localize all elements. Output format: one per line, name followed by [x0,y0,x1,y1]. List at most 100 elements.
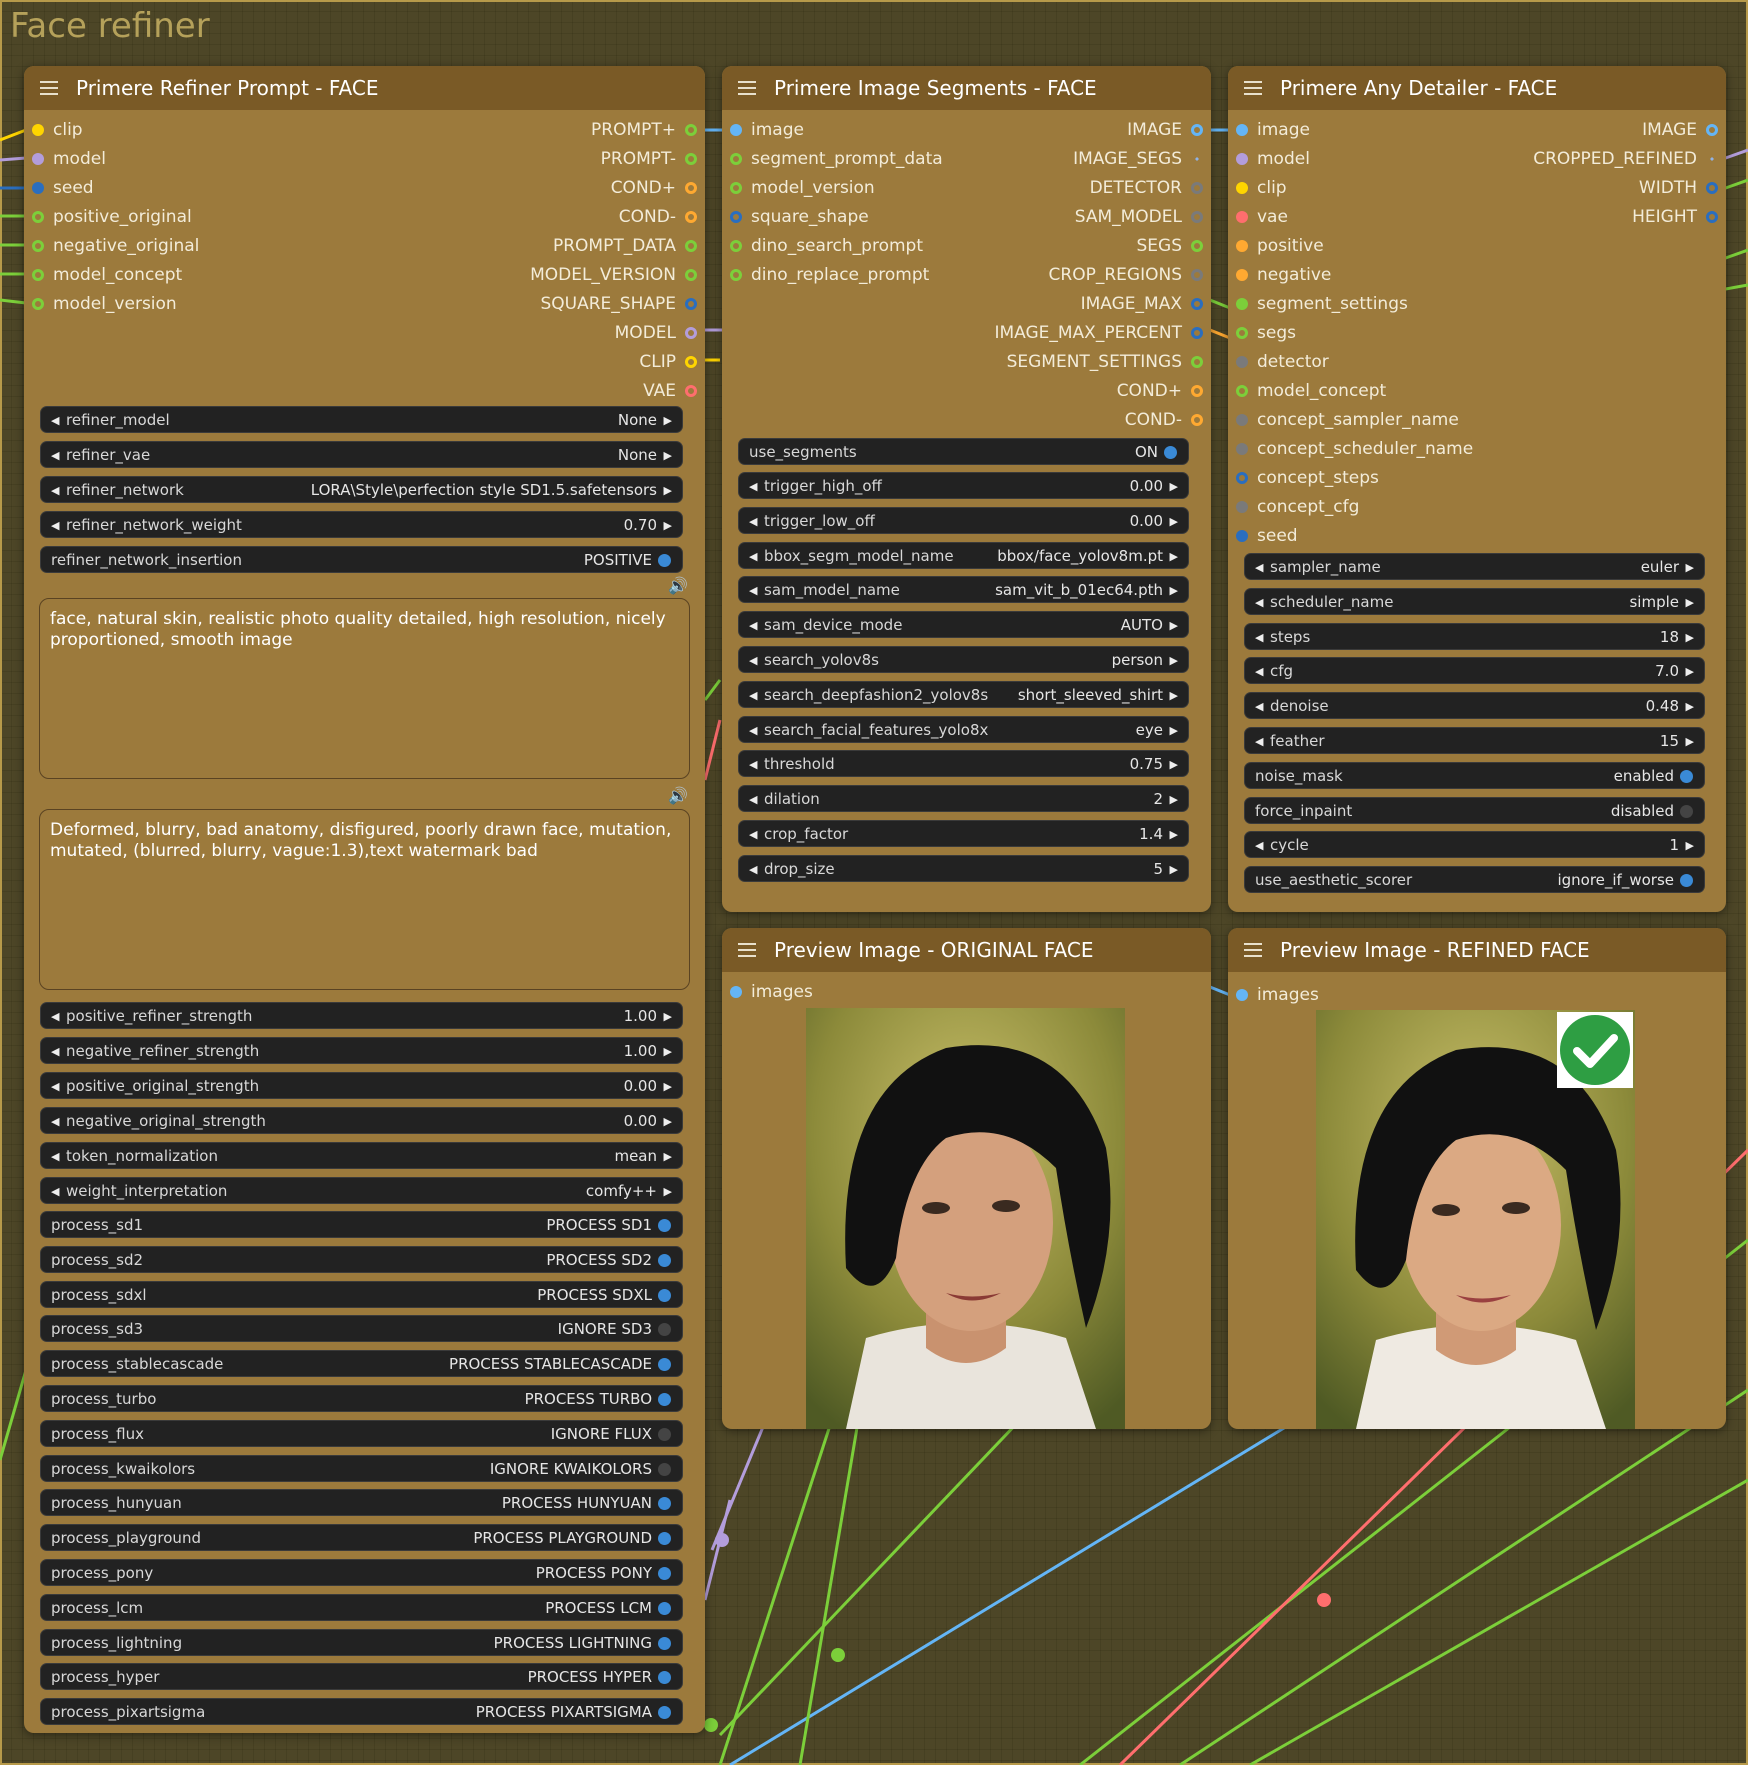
output-slot-crop-regions[interactable]: CROP_REGIONS [932,263,1211,287]
output-slot-image-segs[interactable]: IMAGE_SEGS [932,147,1211,171]
node-image-segments[interactable]: Primere Image Segments - FACE image segme… [722,66,1211,912]
input-slot-image[interactable]: image [722,118,804,142]
node-any-detailer[interactable]: Primere Any Detailer - FACE image model cl… [1228,66,1726,912]
widget-process-sd3[interactable]: process_sd3 IGNORE SD3 [40,1315,683,1343]
slot-dot[interactable] [685,240,697,252]
slot-dot[interactable] [32,124,44,136]
arrow-right-icon[interactable]: ▶ [664,1038,672,1065]
input-slot-negative[interactable]: negative [1228,263,1331,287]
widget-refiner-vae[interactable]: ◀ ▶ refiner_vae None [40,441,683,468]
arrow-left-icon[interactable]: ◀ [749,473,757,500]
arrow-right-icon[interactable]: ▶ [664,1003,672,1030]
arrow-right-icon[interactable]: ▶ [1170,508,1178,535]
slot-dot[interactable] [685,153,697,165]
arrow-right-icon[interactable]: ▶ [664,1108,672,1135]
toggle-indicator[interactable] [658,1427,671,1441]
arrow-left-icon[interactable]: ◀ [749,751,757,778]
toggle-indicator[interactable] [658,1462,671,1476]
widget-process-kwaikolors[interactable]: process_kwaikolors IGNORE KWAIKOLORS [40,1454,683,1482]
arrow-right-icon[interactable]: ▶ [1170,821,1178,848]
slot-dot[interactable] [1236,269,1248,281]
node-preview-refined[interactable]: Preview Image - REFINED FACE images [1228,928,1726,1429]
output-slot-cond-[interactable]: COND+ [376,176,705,200]
widget-positive-original-strength[interactable]: ◀ ▶ positive_original_strength 0.00 [40,1072,683,1099]
widget-refiner-network-weight[interactable]: ◀ ▶ refiner_network_weight 0.70 [40,511,683,538]
slot-dot[interactable] [1191,182,1203,194]
widget-use-aesthetic-scorer[interactable]: use_aesthetic_scorer ignore_if_worse [1244,866,1705,893]
toggle-indicator[interactable] [1680,804,1693,818]
menu-icon[interactable] [738,81,756,95]
slot-dot[interactable] [1191,124,1203,136]
output-slot-cond-[interactable]: COND- [376,205,705,229]
widget-process-lcm[interactable]: process_lcm PROCESS LCM [40,1593,683,1621]
widget-positive-refiner-strength[interactable]: ◀ ▶ positive_refiner_strength 1.00 [40,1002,683,1029]
widget-sampler-name[interactable]: ◀ ▶ sampler_name euler [1244,553,1705,580]
arrow-left-icon[interactable]: ◀ [749,856,757,883]
slot-dot[interactable] [1706,211,1718,223]
output-slot-image-max[interactable]: IMAGE_MAX [932,292,1211,316]
widget-feather[interactable]: ◀ ▶ feather 15 [1244,727,1705,754]
arrow-right-icon[interactable]: ▶ [664,442,672,469]
toggle-indicator[interactable] [658,1706,671,1720]
arrow-right-icon[interactable]: ▶ [664,477,672,504]
input-slot-seed[interactable]: seed [24,176,94,200]
input-slot-dino-replace-prompt[interactable]: dino_replace_prompt [722,263,929,287]
arrow-right-icon[interactable]: ▶ [1686,589,1694,616]
input-slot-images[interactable]: images [722,980,813,1004]
slot-dot[interactable] [1191,240,1203,252]
arrow-left-icon[interactable]: ◀ [1255,658,1263,685]
arrow-right-icon[interactable]: ▶ [1170,786,1178,813]
output-slot-detector[interactable]: DETECTOR [932,176,1211,200]
slot-dot[interactable] [1191,211,1203,223]
node-header[interactable]: Primere Any Detailer - FACE [1228,66,1726,110]
output-slot-cond-[interactable]: COND- [932,408,1211,432]
arrow-right-icon[interactable]: ▶ [1686,658,1694,685]
widget-search-facial-features-yolo8x[interactable]: ◀ ▶ search_facial_features_yolo8x eye [738,715,1189,743]
slot-dot[interactable] [1236,414,1248,426]
widget-denoise[interactable]: ◀ ▶ denoise 0.48 [1244,692,1705,720]
slot-dot[interactable] [685,182,697,194]
widget-search-yolov8s[interactable]: ◀ ▶ search_yolov8s person [738,646,1189,673]
slot-dot[interactable] [1236,385,1248,397]
arrow-left-icon[interactable]: ◀ [1255,554,1263,581]
widget-drop-size[interactable]: ◀ ▶ drop_size 5 [738,854,1189,883]
arrow-left-icon[interactable]: ◀ [51,477,59,504]
widget-weight-interpretation[interactable]: ◀ ▶ weight_interpretation comfy++ [40,1177,683,1204]
speaker-icon[interactable]: 🔊 [668,576,688,595]
output-slot-height[interactable]: HEIGHT [1447,205,1726,229]
output-slot-segs[interactable]: SEGS [932,234,1211,258]
toggle-indicator[interactable] [658,1323,671,1337]
slot-dot[interactable] [685,124,697,136]
slot-dot[interactable] [32,269,44,281]
arrow-right-icon[interactable]: ▶ [1170,682,1178,709]
input-slot-model[interactable]: model [24,147,106,171]
input-slot-square-shape[interactable]: square_shape [722,205,869,229]
slot-dot[interactable] [1191,153,1203,165]
arrow-right-icon[interactable]: ▶ [1686,728,1694,755]
slot-dot[interactable] [1236,501,1248,513]
input-slot-segs[interactable]: segs [1228,321,1296,345]
slot-dot[interactable] [730,986,742,998]
output-slot-model-version[interactable]: MODEL_VERSION [376,263,705,287]
slot-dot[interactable] [1706,153,1718,165]
input-slot-model-concept[interactable]: model_concept [24,263,182,287]
widget-trigger-low-off[interactable]: ◀ ▶ trigger_low_off 0.00 [738,506,1189,535]
widget-refiner-model[interactable]: ◀ ▶ refiner_model None [40,406,683,433]
slot-dot[interactable] [685,211,697,223]
widget-force-inpaint[interactable]: force_inpaint disabled [1244,796,1705,824]
input-slot-dino-search-prompt[interactable]: dino_search_prompt [722,234,923,258]
widget-crop-factor[interactable]: ◀ ▶ crop_factor 1.4 [738,820,1189,847]
input-slot-positive[interactable]: positive [1228,234,1324,258]
node-header[interactable]: Preview Image - ORIGINAL FACE [722,928,1211,972]
arrow-right-icon[interactable]: ▶ [1170,751,1178,778]
widget-token-normalization[interactable]: ◀ ▶ token_normalization mean [40,1142,683,1169]
widget-bbox-segm-model-name[interactable]: ◀ ▶ bbox_segm_model_name bbox/face_yolov8m.… [738,541,1189,569]
output-slot-image[interactable]: IMAGE [932,118,1211,142]
widget-process-sdxl[interactable]: process_sdxl PROCESS SDXL [40,1280,683,1308]
widget-dilation[interactable]: ◀ ▶ dilation 2 [738,785,1189,813]
arrow-right-icon[interactable]: ▶ [1686,693,1694,720]
slot-dot[interactable] [685,298,697,310]
menu-icon[interactable] [40,81,58,95]
output-slot-square-shape[interactable]: SQUARE_SHAPE [376,292,705,316]
arrow-right-icon[interactable]: ▶ [1170,856,1178,883]
